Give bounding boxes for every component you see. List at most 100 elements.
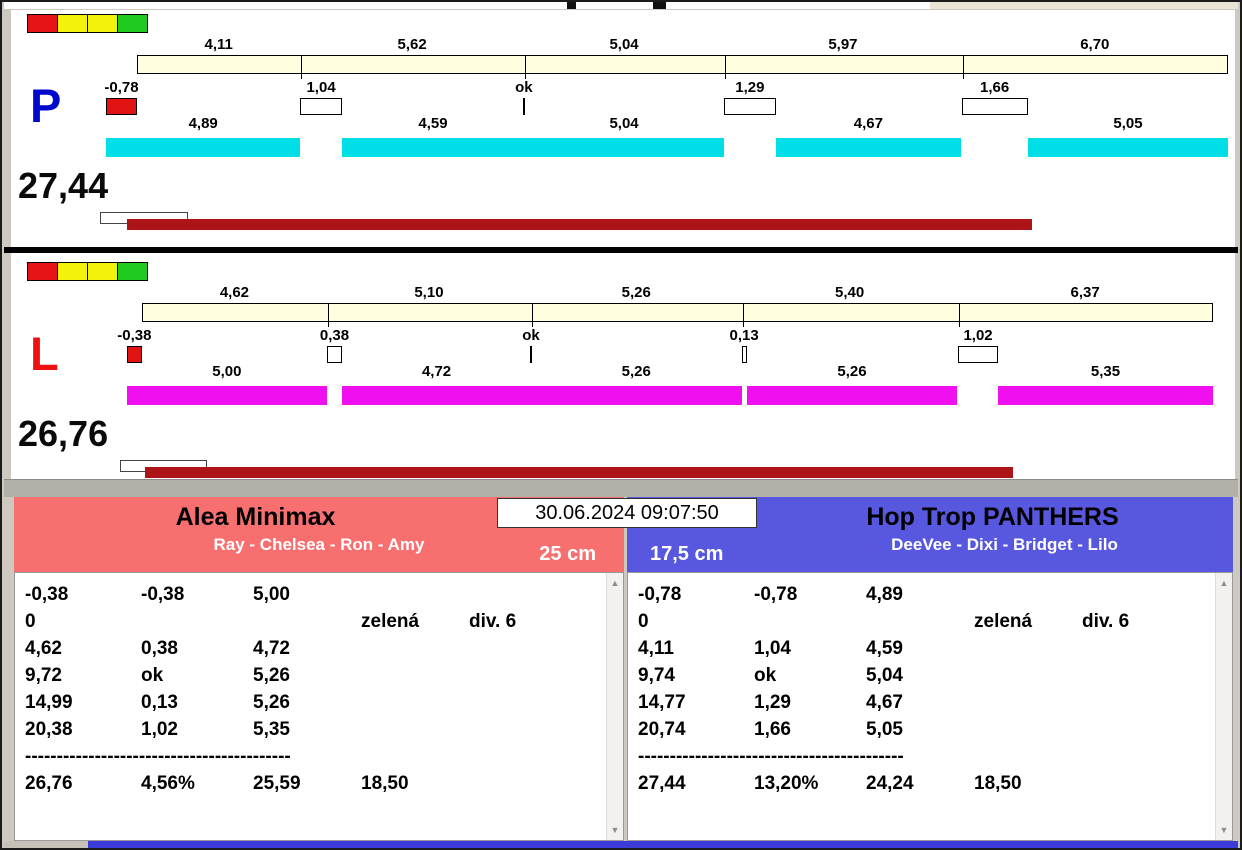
dog-time-label: 5,26: [837, 363, 867, 380]
result-cell: [469, 581, 601, 608]
split-time-label: 5,40: [834, 284, 865, 301]
split-time-label: 6,37: [1070, 284, 1100, 301]
progress-fill: [127, 219, 1032, 230]
cross-time-box: [126, 346, 142, 363]
split-time-label: 5,26: [621, 284, 651, 301]
summary-cell: 18,50: [361, 773, 409, 794]
result-cell: 14,77: [638, 692, 686, 713]
scrollbar[interactable]: ▲ ▼: [606, 573, 623, 840]
result-cell: 0: [25, 611, 36, 632]
lane-panel-l: L 4,62 5,10 5,26 5,40 6,37 -0,38 0,38 ok 0,13 1,…: [11, 258, 1235, 494]
summary-cell: 26,76: [25, 773, 73, 794]
dog-time-label: 5,26: [621, 363, 651, 380]
team-name: Alea Minimax: [175, 503, 336, 531]
result-cell: [1082, 581, 1210, 608]
split-time-label: 6,70: [1080, 36, 1110, 53]
result-cell: 4,67: [866, 692, 903, 713]
cross-time-label: 1,29: [735, 79, 765, 96]
result-cell: 4,89: [866, 584, 903, 605]
summary-cell: [469, 770, 601, 797]
results-table: -0,78 -0,78 4,89 0 zelená div. 6 4,11 1,04 4,59 9…: [638, 581, 1210, 797]
result-cell: zelená: [361, 611, 420, 632]
status-light: [87, 262, 118, 281]
result-cell: [469, 662, 601, 689]
dog-time-labels: 5,00 4,72 5,26 5,26 5,35: [11, 363, 1235, 380]
dog-time-label: 4,72: [421, 363, 452, 380]
result-cell: [253, 608, 361, 635]
result-cell: div. 6: [1082, 611, 1130, 632]
background-window-edge: [930, 2, 1238, 9]
summary-cell: 24,24: [866, 773, 914, 794]
jump-height: 17,5 cm: [650, 543, 724, 565]
dog-run-bar: [126, 386, 327, 405]
dog-run-bar: [531, 386, 742, 405]
result-cell: [974, 689, 1082, 716]
result-cell: 5,26: [253, 665, 290, 686]
dog-run-bar: [1027, 138, 1229, 157]
segment-divider: [327, 304, 329, 327]
taskbar-corner: [4, 841, 88, 848]
scroll-up-arrow[interactable]: ▲: [1216, 578, 1232, 588]
crossing-markers-row: [11, 346, 1235, 364]
result-row: 20,38 1,02 5,35: [25, 716, 601, 743]
result-row: 9,72 ok 5,26: [25, 662, 601, 689]
cross-time-label: ok: [522, 327, 540, 344]
result-cell: [361, 689, 469, 716]
cross-time-box: [961, 98, 1028, 115]
background-window-mark: [567, 2, 576, 9]
result-row: 14,77 1,29 4,67: [638, 689, 1210, 716]
status-light: [87, 14, 118, 33]
cumulative-split-bar: [142, 303, 1213, 327]
result-row: -0,78 -0,78 4,89: [638, 581, 1210, 608]
result-cell: [141, 608, 253, 635]
cross-time-label: 1,02: [963, 327, 993, 344]
result-cell: 4,72: [253, 638, 290, 659]
result-cell: 9,74: [638, 665, 675, 686]
dog-run-bar: [746, 386, 958, 405]
scrollbar[interactable]: ▲ ▼: [1215, 573, 1232, 840]
summary-cell: 4,56%: [141, 773, 195, 794]
result-cell: [974, 581, 1082, 608]
start-lights: [27, 14, 148, 33]
result-cell: -0,78: [638, 584, 682, 605]
result-cell: 5,35: [253, 719, 290, 740]
race-timestamp: 30.06.2024 09:07:50: [497, 498, 757, 528]
progress-fill: [145, 467, 1013, 478]
team-dogs: Ray - Chelsea - Ron - Amy: [213, 535, 425, 554]
result-cell: 20,74: [638, 719, 686, 740]
cross-time-box: [300, 98, 342, 115]
dog-run-bar: [998, 386, 1213, 405]
split-time-label: 4,62: [219, 284, 250, 301]
dog-run-bar: [105, 138, 301, 157]
result-cell: [361, 635, 469, 662]
summary-cell: 18,50: [974, 773, 1022, 794]
dog-run-bars-row: [11, 138, 1235, 157]
result-cell: div. 6: [469, 611, 517, 632]
scroll-up-arrow[interactable]: ▲: [607, 578, 623, 588]
scroll-down-arrow[interactable]: ▼: [1216, 825, 1232, 835]
result-cell: -0,38: [25, 584, 69, 605]
scroll-down-arrow[interactable]: ▼: [607, 825, 623, 835]
dog-time-label: 5,05: [1113, 115, 1143, 132]
result-cell: 4,59: [866, 638, 903, 659]
split-time-label: 5,04: [609, 36, 639, 53]
cross-time-box: [105, 98, 137, 115]
status-light: [27, 262, 58, 281]
cross-time-label: 1,04: [306, 79, 336, 96]
result-cell: ok: [754, 665, 777, 686]
result-cell: 1,02: [141, 719, 178, 740]
taskbar: [88, 841, 1238, 848]
start-lights: [27, 262, 148, 281]
lane-total-time: 27,44: [18, 165, 109, 206]
dog-time-labels: 4,89 4,59 5,04 4,67 5,05: [11, 115, 1235, 132]
team-results-right: -0,78 -0,78 4,89 0 zelená div. 6 4,11 1,04 4,59 9…: [627, 572, 1233, 841]
result-cell: 5,26: [253, 692, 290, 713]
result-cell: 1,04: [754, 638, 791, 659]
result-cell: 0,38: [141, 638, 178, 659]
result-cell: 4,11: [638, 638, 674, 659]
result-cell: 0,13: [141, 692, 178, 713]
results-divider: ----------------------------------------…: [25, 746, 291, 767]
section-separator: [4, 479, 1238, 497]
segment-divider: [962, 56, 964, 79]
segment-divider: [742, 304, 744, 327]
